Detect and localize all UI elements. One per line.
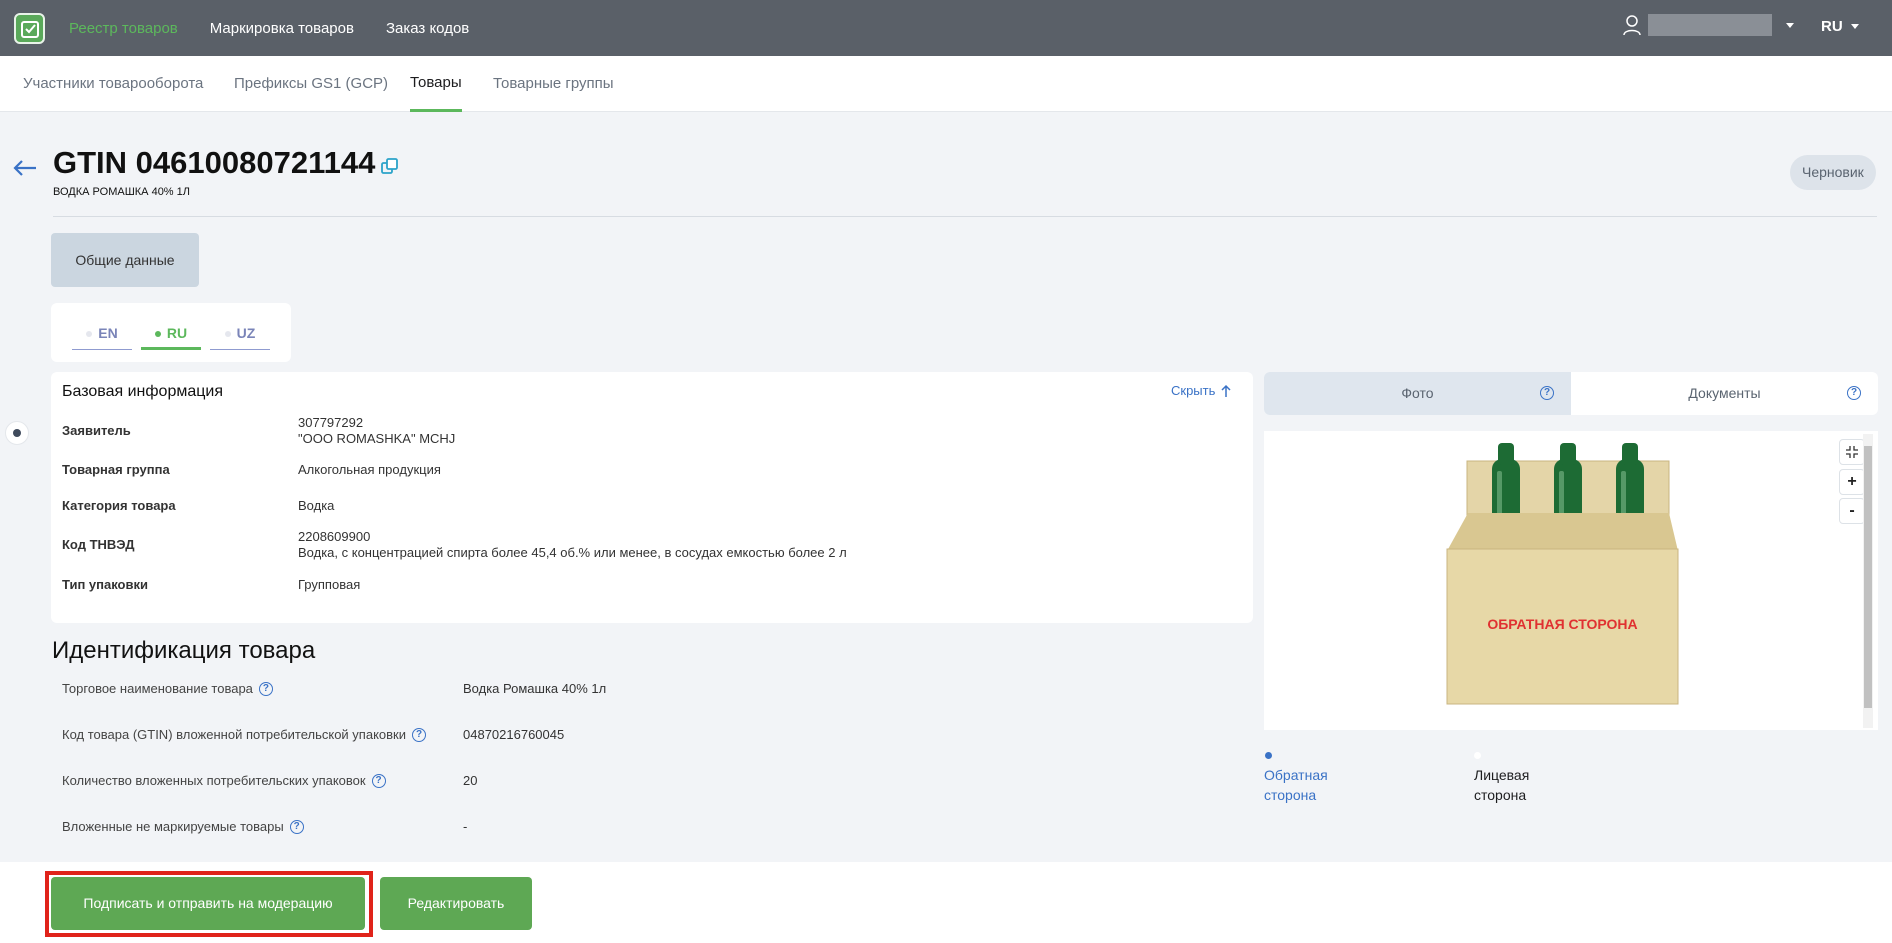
tab-documents[interactable]: Документы ?: [1571, 372, 1878, 415]
thumb-indicator-icon: [1265, 752, 1272, 759]
thumb-indicator-icon: [1474, 752, 1481, 759]
tab-participants[interactable]: Участники товарооборота: [23, 56, 203, 112]
media-tabs: Фото ? Документы ?: [1264, 372, 1878, 415]
base-info-title: Базовая информация: [62, 383, 223, 400]
tab-general-data[interactable]: Общие данные: [51, 233, 199, 287]
row-value: Групповая: [298, 577, 361, 592]
row-label: Категория товара: [62, 498, 176, 513]
edit-button[interactable]: Редактировать: [380, 877, 532, 930]
user-icon: [1623, 15, 1641, 36]
zoom-in-button[interactable]: +: [1839, 469, 1865, 495]
hide-label: Скрыть: [1171, 383, 1216, 398]
chevron-down-icon: [1850, 24, 1859, 29]
top-bar: Реестр товаров Маркировка товаров Заказ …: [0, 0, 1892, 56]
chevron-down-icon: [1786, 22, 1794, 28]
photo-viewer: ОБРАТНАЯ СТОРОНА + -: [1264, 431, 1878, 730]
help-icon[interactable]: ?: [258, 681, 273, 696]
back-arrow-icon[interactable]: [12, 158, 38, 183]
id-row-label: Код товара (GTIN) вложенной потребительс…: [62, 727, 426, 742]
row-label: Товарная группа: [62, 462, 170, 477]
id-row-value: -: [463, 819, 468, 834]
lang-tab-en[interactable]: EN: [72, 325, 132, 350]
product-name-subtitle: ВОДКА РОМАШКА 40% 1Л: [53, 186, 190, 198]
hide-section-link[interactable]: Скрыть: [1171, 383, 1231, 398]
row-label: Код ТНВЭД: [62, 537, 135, 552]
applicant-name: "OOO ROMASHKA" MCHJ: [298, 431, 456, 446]
user-menu[interactable]: [1622, 14, 1794, 36]
lang-tab-label: RU: [166, 325, 188, 341]
identification-title: Идентификация товара: [52, 637, 316, 664]
row-label: Заявитель: [62, 423, 131, 438]
help-icon[interactable]: ?: [1540, 386, 1554, 400]
arrow-up-icon: [1221, 384, 1231, 397]
id-row-value: 04870216760045: [463, 727, 565, 742]
zoom-out-button[interactable]: -: [1839, 498, 1865, 524]
language-label: RU: [1821, 18, 1843, 35]
tab-photo-label: Фото: [1401, 385, 1434, 401]
lang-dot-icon: [224, 331, 231, 338]
row-value: Водка: [298, 498, 335, 513]
thumb-back-side[interactable]: Обратная сторона: [1264, 765, 1328, 805]
tab-documents-label: Документы: [1688, 385, 1761, 401]
app-logo-icon[interactable]: [14, 13, 45, 44]
thumb-label-line: Обратная: [1264, 767, 1328, 783]
row-value: 307797292 "OOO ROMASHKA" MCHJ: [298, 415, 455, 447]
row-value: 2208609900 Водка, с концентрацией спирта…: [298, 529, 847, 561]
id-row-label: Вложенные не маркируемые товары ?: [62, 819, 304, 834]
header-divider: [53, 216, 1877, 217]
lang-tab-uz[interactable]: UZ: [210, 325, 270, 350]
thumb-label-line: сторона: [1264, 787, 1317, 803]
sign-and-submit-button[interactable]: Подписать и отправить на модерацию: [51, 877, 365, 930]
thumb-label-line: сторона: [1474, 787, 1527, 803]
lang-tab-label: EN: [98, 325, 118, 341]
lang-tab-label: UZ: [236, 325, 256, 341]
id-row-label: Торговое наименование товара ?: [62, 681, 273, 696]
id-row-value: 20: [463, 773, 478, 788]
top-nav: Реестр товаров Маркировка товаров Заказ …: [69, 0, 469, 56]
fit-screen-icon[interactable]: [1839, 439, 1865, 465]
thumb-label-line: Лицевая: [1474, 767, 1530, 783]
nav-code-order[interactable]: Заказ кодов: [386, 20, 469, 37]
sub-nav: Участники товарооборота Префиксы GS1 (GC…: [0, 56, 1892, 112]
id-label-text: Код товара (GTIN) вложенной потребительс…: [62, 727, 406, 742]
tab-photo[interactable]: Фото ?: [1264, 372, 1571, 415]
hs-description: Водка, с концентрацией спирта более 45,4…: [298, 545, 847, 560]
nav-registry[interactable]: Реестр товаров: [69, 20, 178, 37]
row-value: Алкогольная продукция: [298, 462, 441, 477]
id-row-value: Водка Ромашка 40% 1л: [463, 681, 607, 696]
language-tabs: EN RU UZ: [51, 303, 291, 362]
row-label: Тип упаковки: [62, 577, 148, 592]
tab-product-groups[interactable]: Товарные группы: [493, 56, 614, 112]
help-icon[interactable]: ?: [412, 727, 426, 742]
id-label-text: Количество вложенных потребительских упа…: [62, 773, 366, 788]
copy-icon[interactable]: [380, 157, 400, 182]
help-icon[interactable]: ?: [371, 773, 386, 788]
lang-dot-icon: [154, 331, 161, 338]
applicant-tin: 307797292: [298, 415, 364, 430]
hs-code: 2208609900: [298, 529, 371, 544]
image-caption-text: ОБРАТНАЯ СТОРОНА: [1487, 616, 1638, 632]
language-selector[interactable]: RU: [1821, 18, 1859, 35]
id-label-text: Вложенные не маркируемые товары: [62, 819, 284, 834]
base-info-card: Базовая информация Скрыть Заявитель 3077…: [51, 372, 1253, 623]
lang-tab-ru[interactable]: RU: [141, 325, 201, 350]
lang-dot-icon: [86, 331, 93, 338]
id-label-text: Торговое наименование товара: [62, 681, 253, 696]
page-title: GTIN 04610080721144: [53, 145, 376, 180]
help-icon[interactable]: ?: [289, 819, 304, 834]
photo-scrollbar-thumb[interactable]: [1864, 446, 1872, 708]
product-image: [1446, 443, 1679, 705]
nav-marking[interactable]: Маркировка товаров: [210, 20, 354, 37]
status-badge: Черновик: [1790, 155, 1876, 190]
thumb-front-side[interactable]: Лицевая сторона: [1474, 765, 1529, 805]
tab-products[interactable]: Товары: [410, 56, 462, 112]
tab-gs1-prefixes[interactable]: Префиксы GS1 (GCP): [234, 56, 388, 112]
side-anchor-button[interactable]: [5, 421, 29, 445]
help-icon[interactable]: ?: [1847, 386, 1861, 400]
user-name-redacted: [1648, 14, 1772, 36]
id-row-label: Количество вложенных потребительских упа…: [62, 773, 386, 788]
